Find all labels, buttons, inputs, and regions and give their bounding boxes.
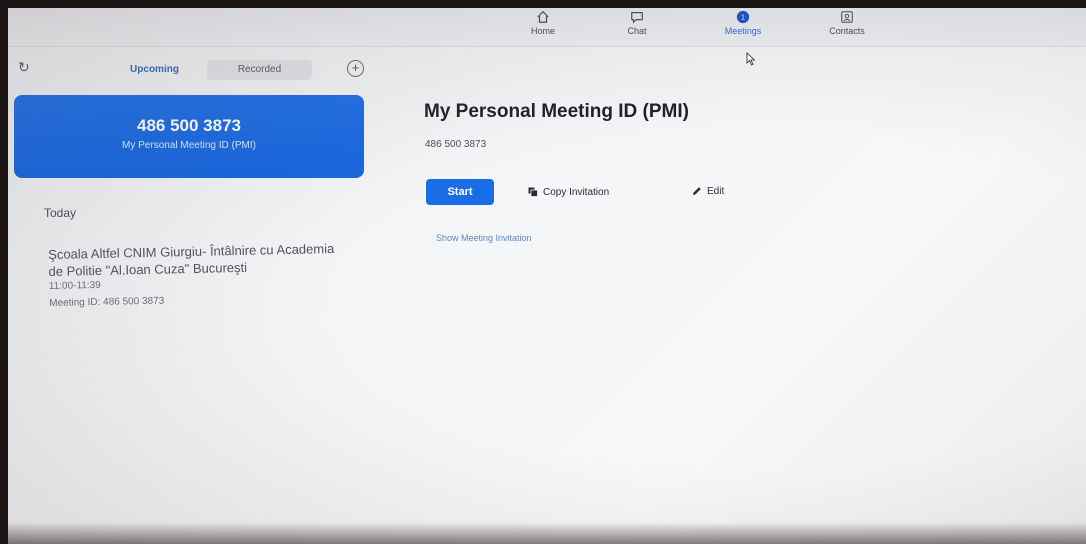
meeting-list-item[interactable]: Şcoala Altfel CNIM Giurgiu- Întâlnire cu… [48,240,349,309]
chat-icon [631,12,643,24]
tab-recorded[interactable]: Recorded [207,60,312,80]
nav-contacts-label: Contacts [829,26,865,36]
copy-icon [528,187,538,198]
edit-label: Edit [707,186,725,197]
pmi-card-label: My Personal Meeting ID (PMI) [122,140,256,151]
tab-upcoming[interactable]: Upcoming [102,60,207,80]
contacts-icon [841,11,853,23]
nav-home[interactable]: Home [508,10,578,36]
copy-invitation-button[interactable]: Copy Invitation [528,187,609,198]
top-nav-bar: Home Chat 1 Meetings Contacts [8,8,1086,47]
nav-home-label: Home [530,26,555,36]
add-meeting-icon[interactable]: + [347,60,364,77]
nav-meetings-label: Meetings [724,26,762,36]
home-icon [537,10,549,23]
start-button[interactable]: Start [426,179,494,205]
pmi-id-value: 486 500 3873 [425,139,487,150]
nav-meetings[interactable]: 1 Meetings [708,10,778,36]
meeting-tabs: Upcoming Recorded [102,60,312,80]
nav-contacts[interactable]: Contacts [812,10,882,36]
nav-chat[interactable]: Chat [602,10,672,36]
svg-text:1: 1 [741,15,745,22]
section-today-label: Today [44,206,77,220]
copy-invitation-label: Copy Invitation [543,187,610,198]
zoom-window: Home Chat 1 Meetings Contacts ↻ Upcoming… [8,8,1086,544]
page-title: My Personal Meeting ID (PMI) [424,101,689,122]
meeting-detail-panel: My Personal Meeting ID (PMI) 486 500 387… [420,47,1060,447]
meeting-title: Şcoala Altfel CNIM Giurgiu- Întâlnire cu… [48,241,335,279]
nav-chat-label: Chat [627,26,647,36]
show-meeting-invitation-link[interactable]: Show Meeting Invitation [436,233,532,243]
edit-button[interactable]: Edit [692,186,724,197]
pencil-icon [693,187,701,196]
meetings-sidebar: ↻ Upcoming Recorded + 486 500 3873 My Pe… [8,47,370,544]
meetings-icon: 1 [736,10,750,24]
refresh-icon[interactable]: ↻ [18,59,30,76]
pmi-card-number: 486 500 3873 [137,116,241,135]
pmi-card[interactable]: 486 500 3873 My Personal Meeting ID (PMI… [14,95,364,178]
meeting-id: Meeting ID: 486 500 3873 [49,295,165,309]
